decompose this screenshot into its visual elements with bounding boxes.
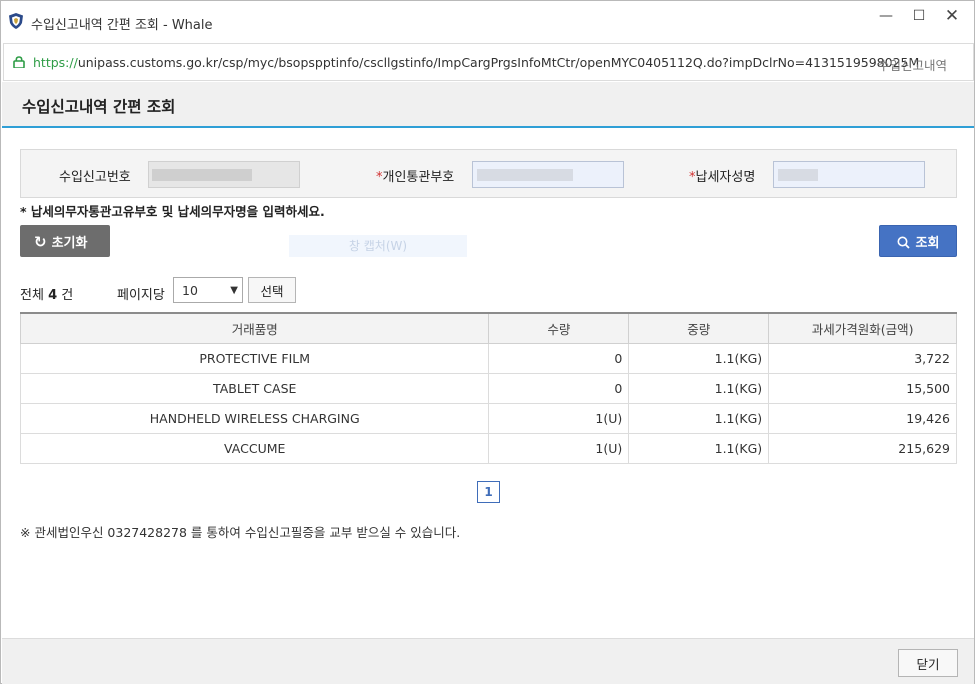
close-button[interactable]: 닫기 (898, 649, 958, 677)
item-name-cell: VACCUME (19, 432, 490, 464)
address-page-title: 수입신고내역 (878, 58, 948, 73)
reset-label: 초기화 (51, 235, 88, 251)
results-table: 거래품명 수량 중량 과세가격원화(금액) PROTECTIVE FILM 0 … (19, 312, 957, 464)
url-scheme: https:// (33, 55, 78, 70)
url-text[interactable]: https://unipass.customs.go.kr/csp/myc/bs… (33, 55, 919, 70)
apply-per-page-button[interactable]: 선택 (248, 277, 296, 303)
minimize-button[interactable]: — (873, 5, 899, 27)
declaration-no-label: 수입신고번호 (59, 170, 131, 185)
input-hint: * 납세의무자통관고유부호 및 납세의무자명을 입력하세요. (20, 204, 325, 219)
table-header-row: 거래품명 수량 중량 과세가격원화(금액) (19, 312, 957, 344)
item-name-cell: HANDHELD WIRELESS CHARGING (19, 402, 490, 434)
masked-value (778, 169, 818, 181)
taxpayer-name-label: *납세자성명 (689, 170, 756, 185)
column-header-quantity: 수량 (488, 312, 630, 344)
capture-overlay: 창 캡처(W) (289, 235, 467, 257)
quantity-cell: 0 (488, 342, 630, 374)
table-row: PROTECTIVE FILM 0 1.1(KG) 3,722 (19, 342, 957, 374)
page-title: 수입신고내역 간편 조회 (22, 98, 176, 116)
table-row: VACCUME 1(U) 1.1(KG) 215,629 (19, 432, 957, 464)
quantity-cell: 1(U) (488, 432, 630, 464)
masked-value (477, 169, 573, 181)
price-cell: 15,500 (768, 372, 957, 404)
price-cell: 3,722 (768, 342, 957, 374)
popup-window: 수입신고내역 간편 조회 - Whale — ☐ ✕ https://unipa… (0, 0, 975, 684)
reset-button[interactable]: ↻ 초기화 (20, 225, 110, 257)
table-row: HANDHELD WIRELESS CHARGING 1(U) 1.1(KG) … (19, 402, 957, 434)
broker-notice: ※ 관세법인우신 0327428278 를 통하여 수입신고필증을 교부 받으실… (20, 525, 461, 540)
column-header-item-name: 거래품명 (19, 312, 490, 344)
price-cell: 19,426 (768, 402, 957, 434)
search-icon (897, 236, 910, 249)
maximize-button[interactable]: ☐ (906, 5, 932, 27)
masked-value (152, 169, 252, 181)
close-window-button[interactable]: ✕ (939, 5, 965, 27)
customs-code-label: *개인통관부호 (376, 170, 455, 185)
footer-bar: 닫기 (2, 638, 974, 684)
title-bar: 수입신고내역 간편 조회 - Whale — ☐ ✕ (1, 1, 974, 43)
table-row: TABLET CASE 0 1.1(KG) 15,500 (19, 372, 957, 404)
weight-cell: 1.1(KG) (628, 432, 770, 464)
search-label: 조회 (915, 235, 940, 251)
customs-code-input[interactable] (472, 161, 624, 188)
taxpayer-name-input[interactable] (773, 161, 925, 188)
url-path: unipass.customs.go.kr/csp/myc/bsopspptin… (77, 55, 920, 70)
window-title: 수입신고내역 간편 조회 - Whale (31, 18, 213, 33)
refresh-icon: ↻ (34, 232, 47, 251)
page-button-current[interactable]: 1 (477, 481, 500, 503)
weight-cell: 1.1(KG) (628, 342, 770, 374)
column-header-taxable-price: 과세가격원화(금액) (768, 312, 957, 344)
shield-icon (9, 13, 23, 29)
per-page-select[interactable]: 10 ▼ (173, 277, 243, 303)
address-bar[interactable]: https://unipass.customs.go.kr/csp/myc/bs… (3, 43, 974, 81)
per-page-label: 페이지당 (117, 288, 165, 303)
item-name-cell: PROTECTIVE FILM (19, 342, 490, 374)
weight-cell: 1.1(KG) (628, 372, 770, 404)
page-header: 수입신고내역 간편 조회 (2, 82, 974, 128)
declaration-no-field[interactable] (148, 161, 300, 188)
column-header-weight: 중량 (628, 312, 770, 344)
search-button[interactable]: 조회 (879, 225, 957, 257)
quantity-cell: 1(U) (488, 402, 630, 434)
item-name-cell: TABLET CASE (19, 372, 490, 404)
dropdown-arrow-icon: ▼ (230, 285, 238, 296)
search-panel: 수입신고번호 *개인통관부호 *납세자성명 (20, 149, 957, 198)
quantity-cell: 0 (488, 372, 630, 404)
price-cell: 215,629 (768, 432, 957, 464)
total-count: 전체 4 건 (20, 288, 74, 303)
per-page-value: 10 (182, 283, 198, 298)
lock-icon (13, 56, 25, 68)
weight-cell: 1.1(KG) (628, 402, 770, 434)
